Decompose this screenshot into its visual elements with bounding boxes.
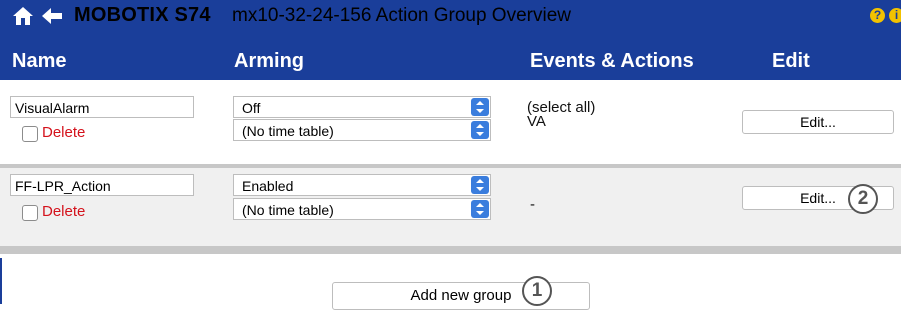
time-table-select[interactable]: (No time table)	[233, 119, 491, 141]
table-header	[0, 32, 901, 80]
events-actions-list: (select all) VA	[527, 100, 595, 130]
delete-label: Delete	[42, 203, 86, 220]
select-arrows-icon	[471, 176, 489, 194]
home-icon[interactable]	[12, 6, 34, 26]
edit-button[interactable]: Edit...	[742, 110, 894, 134]
column-header-events-actions: Events & Actions	[530, 50, 694, 72]
select-arrows-icon	[471, 98, 489, 116]
select-arrows-icon	[471, 121, 489, 139]
arming-select-value: Off	[242, 100, 261, 116]
column-header-name: Name	[12, 50, 67, 72]
group-name-input[interactable]: FF-LPR_Action	[10, 174, 194, 196]
delete-checkbox[interactable]	[22, 126, 38, 142]
brand-title: MOBOTIX S74	[74, 4, 211, 26]
column-header-arming: Arming	[234, 50, 304, 72]
help-icon[interactable]: ?	[870, 8, 885, 23]
time-table-select-value: (No time table)	[242, 202, 334, 218]
callout-marker: 1	[522, 276, 552, 306]
time-table-select[interactable]: (No time table)	[233, 198, 491, 220]
group-name-input[interactable]: VisualAlarm	[10, 96, 194, 118]
event-item: VA	[527, 113, 546, 130]
info-icon[interactable]: i	[889, 8, 901, 23]
select-arrows-icon	[471, 200, 489, 218]
callout-marker: 2	[848, 184, 878, 214]
back-arrow-icon[interactable]	[42, 8, 62, 24]
arming-select[interactable]: Enabled	[233, 174, 491, 196]
column-header-edit: Edit	[772, 50, 810, 72]
delete-checkbox[interactable]	[22, 205, 38, 221]
page-title: mx10-32-24-156 Action Group Overview	[232, 5, 571, 26]
time-table-select-value: (No time table)	[242, 123, 334, 139]
arming-select-value: Enabled	[242, 178, 294, 194]
delete-label: Delete	[42, 124, 86, 141]
arming-select[interactable]: Off	[233, 96, 491, 118]
row-divider	[0, 246, 901, 254]
events-actions-empty: -	[530, 196, 535, 213]
